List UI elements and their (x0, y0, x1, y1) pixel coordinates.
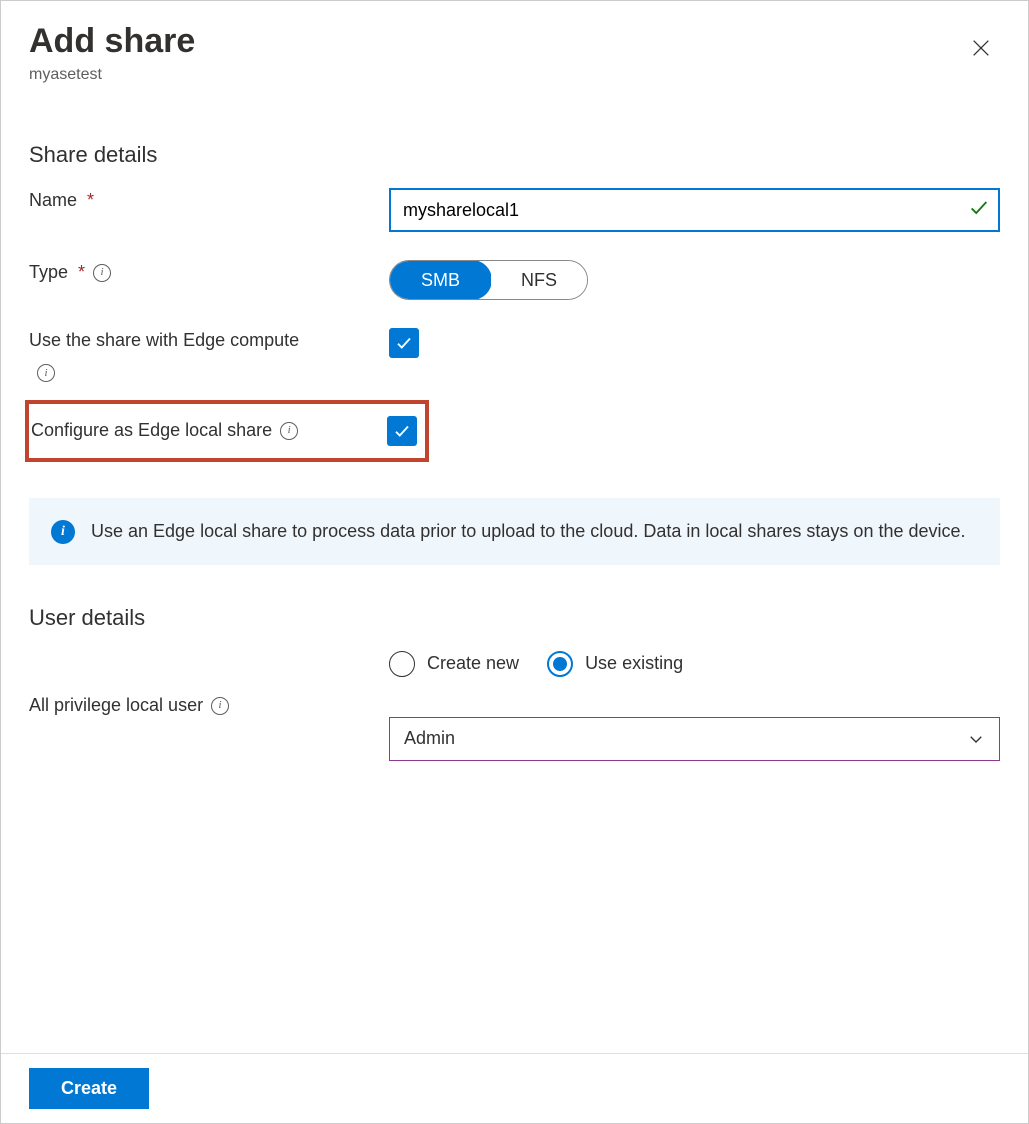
info-icon[interactable]: i (93, 264, 111, 282)
local-share-checkbox[interactable] (387, 416, 417, 446)
name-label: Name * (29, 188, 94, 213)
required-marker: * (87, 188, 94, 213)
info-banner-text: Use an Edge local share to process data … (91, 518, 966, 545)
info-icon: i (51, 520, 75, 544)
close-icon (970, 37, 992, 59)
user-select[interactable]: Admin (389, 717, 1000, 761)
info-banner: i Use an Edge local share to process dat… (29, 498, 1000, 565)
type-label: Type * i (29, 260, 111, 285)
name-input[interactable] (389, 188, 1000, 232)
panel-header: Add share myasetest (29, 23, 1000, 84)
radio-create-new[interactable]: Create new (389, 651, 519, 677)
create-button[interactable]: Create (29, 1068, 149, 1109)
type-option-smb[interactable]: SMB (389, 260, 492, 300)
close-button[interactable] (962, 29, 1000, 70)
info-icon[interactable]: i (37, 364, 55, 382)
name-row: Name * (29, 188, 1000, 232)
radio-icon (389, 651, 415, 677)
add-share-panel: Add share myasetest Share details Name * (1, 1, 1028, 1123)
radio-use-existing[interactable]: Use existing (547, 651, 683, 677)
edge-compute-label: Use the share with Edge compute (29, 328, 299, 353)
page-subtitle: myasetest (29, 66, 195, 84)
page-title: Add share (29, 23, 195, 60)
checkmark-icon (395, 333, 413, 353)
type-row: Type * i SMB NFS (29, 260, 1000, 300)
checkmark-icon (393, 421, 411, 441)
user-mode-radio-group: Create new Use existing (389, 651, 1000, 677)
local-share-highlight: Configure as Edge local share i (25, 400, 429, 462)
user-details-heading: User details (29, 605, 1000, 631)
local-share-label: Configure as Edge local share i (31, 418, 387, 443)
required-marker: * (78, 260, 85, 285)
privilege-row: All privilege local user i Create new Us… (29, 651, 1000, 761)
privilege-label: All privilege local user i (29, 693, 229, 718)
type-option-nfs[interactable]: NFS (491, 261, 587, 299)
edge-compute-row: Use the share with Edge compute i (29, 328, 1000, 381)
radio-icon (547, 651, 573, 677)
info-icon[interactable]: i (280, 422, 298, 440)
user-select-value: Admin (404, 728, 455, 749)
edge-compute-checkbox[interactable] (389, 328, 419, 358)
type-pill-group: SMB NFS (389, 260, 588, 300)
share-details-heading: Share details (29, 142, 1000, 168)
panel-footer: Create (1, 1053, 1028, 1123)
check-icon (968, 197, 990, 224)
chevron-down-icon (967, 730, 985, 748)
info-icon[interactable]: i (211, 697, 229, 715)
